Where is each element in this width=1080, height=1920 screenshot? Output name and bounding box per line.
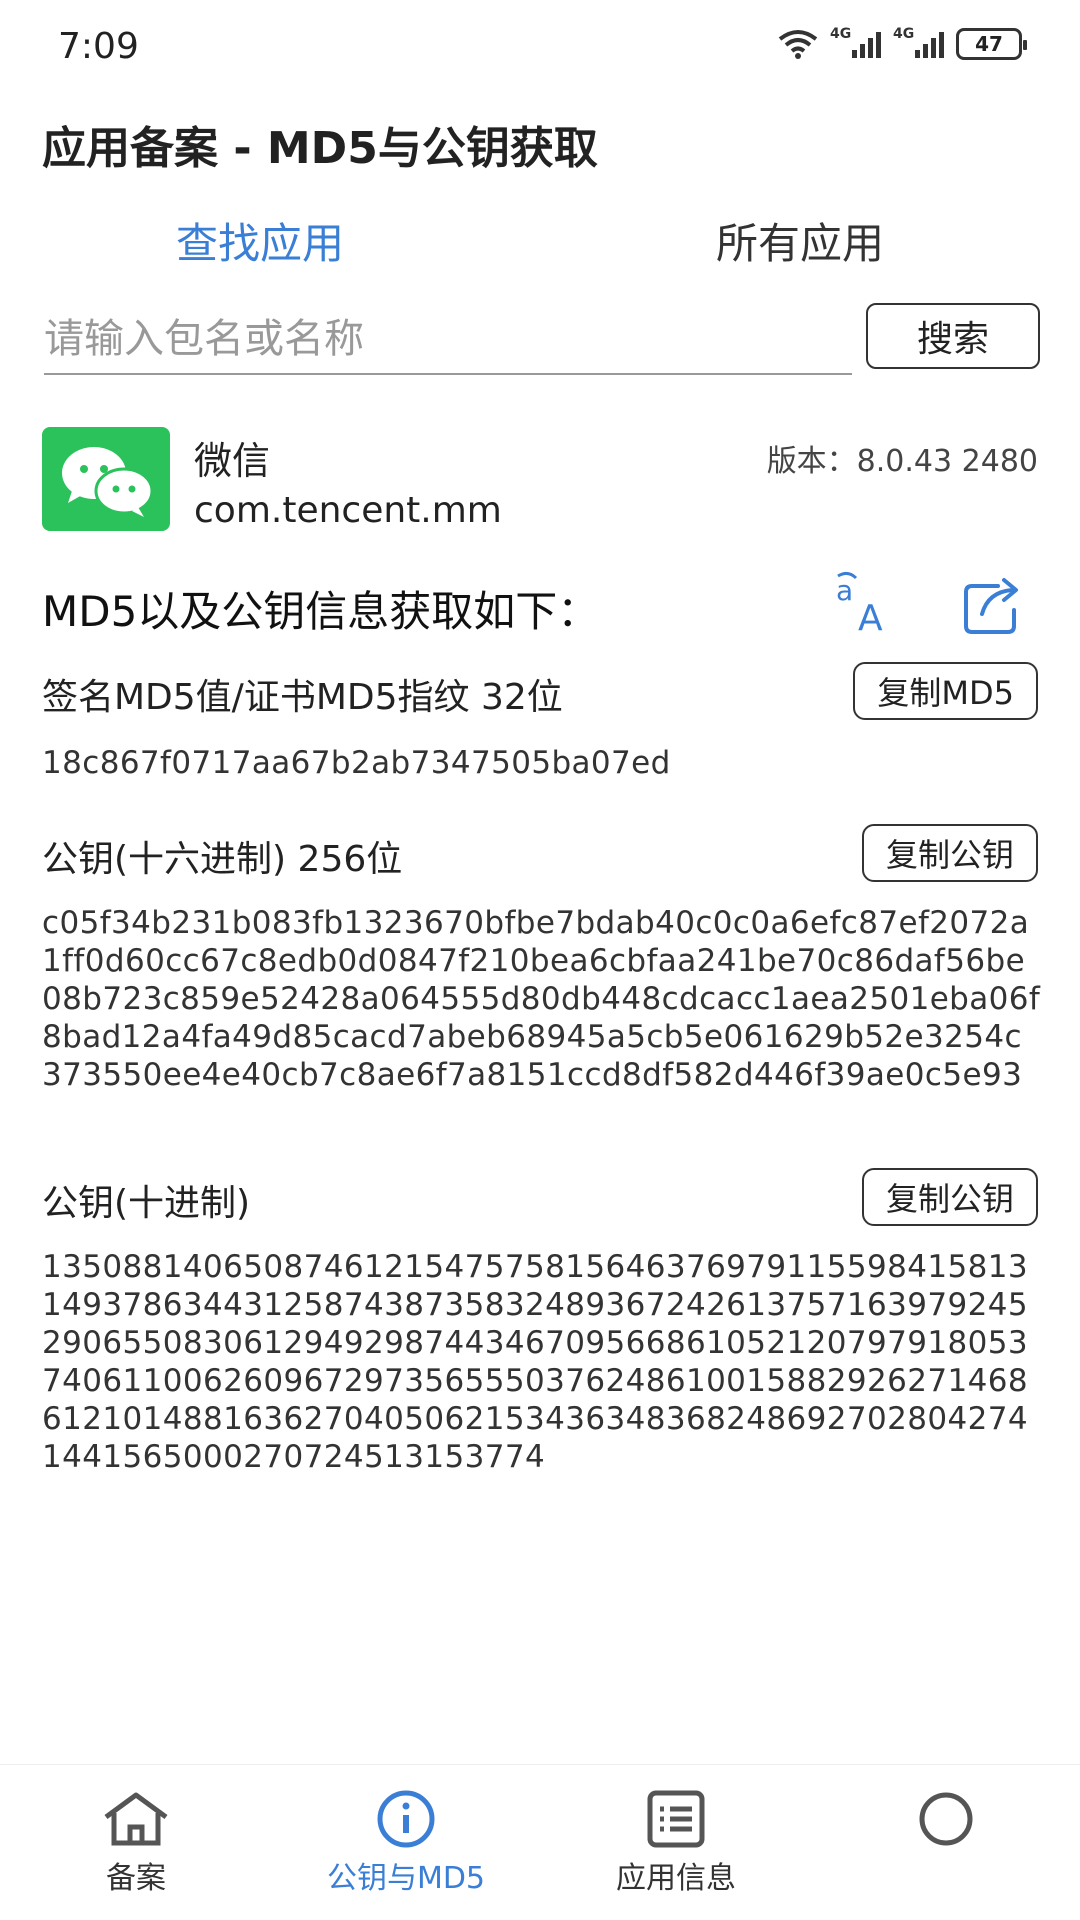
nav-item-filing[interactable]: 备案 [36, 1789, 236, 1897]
signal-icon-2: 4G [893, 26, 944, 58]
app-version: 版本：8.0.43 2480 [766, 444, 1038, 479]
search-button[interactable]: 搜索 [866, 303, 1040, 369]
home-icon [104, 1792, 168, 1846]
md5-value: 18c867f0717aa67b2ab7347505ba07ed [42, 745, 671, 781]
search-input[interactable] [44, 305, 852, 375]
info-heading: MD5以及公钥信息获取如下： [42, 587, 600, 636]
bottom-nav: 备案 公钥与MD5 应用信息 [0, 1764, 1080, 1920]
pubkey-hex-label: 公钥(十六进制) 256位 [42, 839, 403, 880]
translate-icon[interactable]: a A [830, 570, 900, 640]
tab-find-app[interactable]: 查找应用 [176, 210, 344, 271]
app-package: com.tencent.mm [194, 490, 502, 531]
svg-text:A: A [858, 598, 883, 639]
status-bar: 7:09 4G 4G 47 [0, 0, 1080, 90]
app-name: 微信 [194, 439, 271, 483]
wifi-icon [778, 30, 818, 59]
list-icon [647, 1790, 705, 1848]
page-title: 应用备案 - MD5与公钥获取 [42, 123, 598, 174]
status-icons: 4G 4G 47 [778, 26, 1027, 60]
search-icon [919, 1792, 973, 1846]
battery-level: 47 [975, 32, 1003, 56]
nav-label-app-info: 应用信息 [616, 1861, 736, 1896]
nav-item-pubkey-md5[interactable]: 公钥与MD5 [306, 1789, 506, 1897]
copy-md5-button[interactable]: 复制MD5 [853, 662, 1038, 720]
nav-item-app-info[interactable]: 应用信息 [576, 1789, 776, 1897]
pubkey-dec-value: 1350881406508746121547575815646376979115… [42, 1249, 1029, 1468]
nav-item-search[interactable] [846, 1789, 1046, 1853]
nav-label-pubkey-md5: 公钥与MD5 [326, 1861, 486, 1896]
copy-pubkey-dec-button[interactable]: 复制公钥 [861, 1168, 1038, 1226]
battery-icon: 47 [956, 28, 1027, 60]
copy-pubkey-hex-button[interactable]: 复制公钥 [861, 824, 1038, 882]
signal-icon-1: 4G [830, 26, 881, 58]
svg-text:a: a [836, 574, 853, 607]
md5-label: 签名MD5值/证书MD5指纹 32位 [42, 677, 563, 718]
info-icon [377, 1790, 435, 1848]
tab-all-apps[interactable]: 所有应用 [716, 210, 884, 271]
wechat-icon [42, 427, 170, 531]
nav-label-filing: 备案 [106, 1861, 166, 1896]
pubkey-hex-value: c05f34b231b083fb1323670bfbe7bdab40c0c0a6… [42, 905, 1041, 1093]
share-icon[interactable] [958, 570, 1028, 640]
pubkey-dec-label: 公钥(十进制) [42, 1183, 251, 1224]
tab-bar: 查找应用 所有应用 [0, 210, 1080, 280]
status-time: 7:09 [58, 26, 139, 67]
